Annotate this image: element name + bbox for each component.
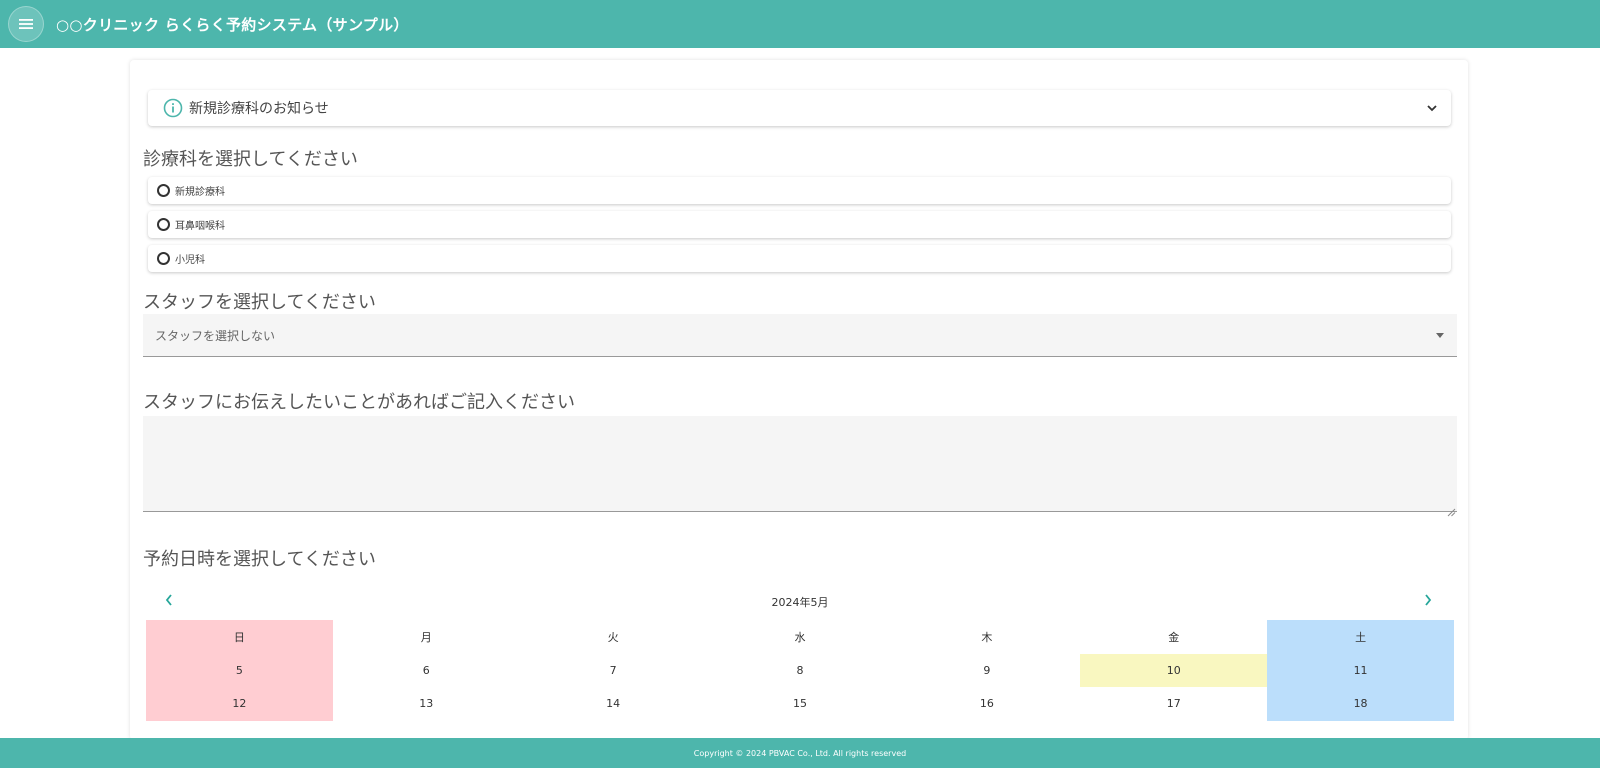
- calendar-day-highlighted[interactable]: 10: [1080, 653, 1268, 687]
- message-textarea[interactable]: [143, 416, 1457, 512]
- weekday-header: 土: [1267, 620, 1454, 654]
- radio-button[interactable]: [157, 184, 170, 197]
- app-title: ○○クリニック らくらく予約システム（サンプル）: [56, 15, 409, 34]
- calendar-nav: 2024年5月: [143, 590, 1457, 614]
- calendar-day[interactable]: 7: [520, 654, 707, 688]
- department-option-label: 新規診療科: [175, 187, 225, 198]
- menu-button[interactable]: [8, 6, 44, 42]
- info-icon: [163, 98, 183, 118]
- department-option-label: 小児科: [175, 255, 205, 266]
- copyright-text: Copyright © 2024 PBVAC Co., Ltd. All rig…: [693, 748, 907, 758]
- department-option-pediatrics[interactable]: 小児科: [148, 245, 1451, 272]
- notice-label: 新規診療科のお知らせ: [189, 101, 329, 117]
- department-heading: 診療科を選択してください: [143, 149, 358, 170]
- calendar-day[interactable]: 12: [146, 687, 333, 721]
- staff-select-value: スタッフを選択しない: [155, 328, 276, 343]
- chevron-right-icon[interactable]: [1424, 594, 1432, 606]
- footer: Copyright © 2024 PBVAC Co., Ltd. All rig…: [0, 738, 1600, 768]
- calendar-day[interactable]: 5: [146, 653, 333, 687]
- calendar-day[interactable]: 13: [333, 687, 520, 721]
- datetime-heading: 予約日時を選択してください: [143, 549, 376, 570]
- weekday-header: 火: [607, 630, 619, 644]
- department-option-new[interactable]: 新規診療科: [148, 177, 1451, 204]
- message-heading: スタッフにお伝えしたいことがあればご記入ください: [143, 392, 575, 413]
- calendar-day[interactable]: 9: [893, 654, 1080, 688]
- calendar-day[interactable]: 16: [893, 687, 1080, 721]
- radio-button[interactable]: [157, 252, 170, 265]
- calendar-day[interactable]: 14: [520, 687, 707, 721]
- calendar-month: 2024年5月: [771, 596, 829, 609]
- department-option-ent[interactable]: 耳鼻咽喉科: [148, 211, 1451, 238]
- resize-handle-icon[interactable]: [1447, 502, 1456, 521]
- weekday-header: 金: [1168, 630, 1180, 644]
- weekday-header: 木: [981, 630, 993, 644]
- calendar-day[interactable]: 8: [707, 654, 894, 688]
- staff-heading: スタッフを選択してください: [143, 292, 376, 313]
- notice-expansion-panel[interactable]: 新規診療科のお知らせ: [148, 90, 1451, 126]
- app-bar: ○○クリニック らくらく予約システム（サンプル）: [0, 0, 1600, 48]
- radio-button[interactable]: [157, 218, 170, 231]
- calendar-day[interactable]: 18: [1267, 687, 1454, 721]
- caret-down-icon: [1435, 332, 1445, 338]
- calendar-day[interactable]: 11: [1267, 653, 1454, 687]
- staff-select[interactable]: スタッフを選択しない: [143, 314, 1457, 357]
- calendar-day[interactable]: 17: [1080, 687, 1267, 721]
- chevron-down-icon[interactable]: [1427, 104, 1437, 112]
- weekday-header: 水: [794, 630, 806, 644]
- weekday-header: 日: [146, 620, 333, 654]
- calendar-day[interactable]: 6: [333, 654, 520, 688]
- weekday-header: 月: [420, 630, 432, 644]
- calendar-day[interactable]: 15: [707, 687, 894, 721]
- calendar-grid: 日 月 火 水 木 金 土 5 6 7 8 9 10 11 12 13 14 1…: [146, 620, 1454, 721]
- department-option-label: 耳鼻咽喉科: [175, 221, 225, 232]
- hamburger-icon: [19, 19, 33, 29]
